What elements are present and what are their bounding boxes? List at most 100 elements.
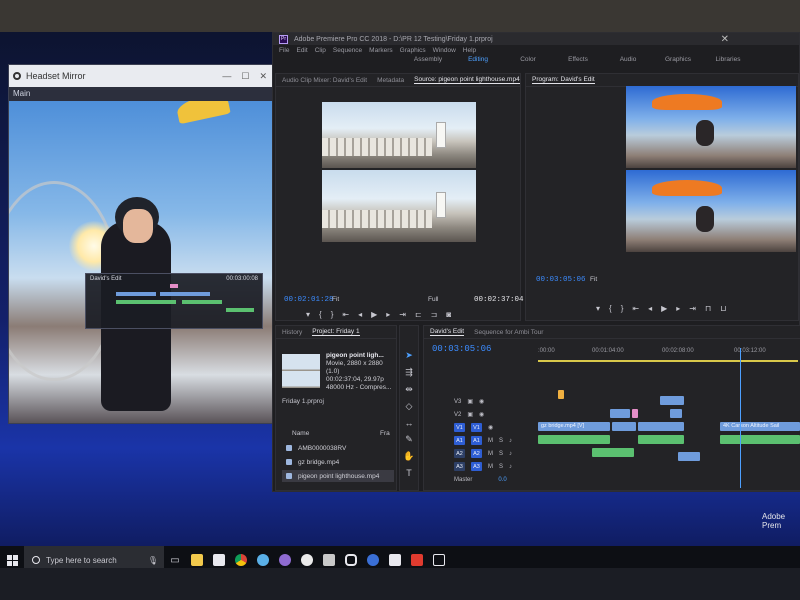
timeline-timecode[interactable]: 00:03:05:06 xyxy=(432,344,491,354)
timeline-clip-a1[interactable] xyxy=(638,435,684,444)
track-header-master[interactable]: Master 0.0 xyxy=(454,474,534,485)
step-forward-icon[interactable]: ▸ xyxy=(676,304,680,313)
mark-out-icon[interactable]: } xyxy=(621,304,624,313)
close-icon[interactable]: ✕ xyxy=(721,34,729,45)
source-resolution-select[interactable]: Full xyxy=(428,296,438,303)
workspace-editing[interactable]: Editing xyxy=(453,55,503,64)
tab-project[interactable]: Project: Friday 1 xyxy=(312,328,360,336)
timeline-ruler[interactable]: :00:00 00:01:04:00 00:02:08:00 00:03:12:… xyxy=(538,348,798,358)
go-to-in-icon[interactable]: ⇤ xyxy=(342,310,349,319)
mark-out-icon[interactable]: } xyxy=(331,310,334,319)
selection-tool-icon[interactable]: ➤ xyxy=(405,350,413,361)
workspace-libraries[interactable]: Libraries xyxy=(703,55,753,64)
extract-icon[interactable]: ⊔ xyxy=(720,304,726,313)
lift-icon[interactable]: ⊓ xyxy=(705,304,711,313)
workspace-color[interactable]: Color xyxy=(503,55,553,64)
marker-clip[interactable] xyxy=(558,390,564,399)
workspace-assembly[interactable]: Assembly xyxy=(403,55,453,64)
timeline-clip-carson[interactable]: 4K Carson Altitude Sail xyxy=(720,422,800,431)
go-to-out-icon[interactable]: ⇥ xyxy=(689,304,696,313)
solo-icon[interactable]: S xyxy=(499,451,503,457)
close-icon[interactable]: ✕ xyxy=(259,71,267,82)
eye-icon[interactable]: ◉ xyxy=(479,411,484,418)
go-to-out-icon[interactable]: ⇥ xyxy=(399,310,406,319)
menu-window[interactable]: Window xyxy=(433,47,456,54)
timeline-clip-v1[interactable] xyxy=(638,422,684,431)
play-icon[interactable]: ▶ xyxy=(371,310,377,319)
mute-icon[interactable]: M xyxy=(488,438,493,444)
source-fit-select[interactable]: Fit xyxy=(332,296,339,303)
workspace-graphics[interactable]: Graphics xyxy=(653,55,703,64)
project-item[interactable]: pigeon point lighthouse.mp4 xyxy=(282,470,394,482)
track-target-a3[interactable]: A3 xyxy=(471,462,482,471)
workspace-audio[interactable]: Audio xyxy=(603,55,653,64)
track-header-v3[interactable]: V3 ▣ ◉ xyxy=(454,396,534,407)
tab-program[interactable]: Program: David's Edit xyxy=(532,76,595,84)
source-current-time[interactable]: 00:02:01:28 xyxy=(284,296,334,304)
eye-icon[interactable]: ◉ xyxy=(479,398,484,405)
mic-icon[interactable]: ♪ xyxy=(509,451,512,457)
tab-sequence-ambi-tour[interactable]: Sequence for Ambi Tour xyxy=(474,329,543,336)
timeline-clip-a3[interactable] xyxy=(678,452,700,461)
master-value[interactable]: 0.0 xyxy=(498,477,506,483)
tab-history[interactable]: History xyxy=(282,329,302,336)
menu-markers[interactable]: Markers xyxy=(369,47,392,54)
insert-icon[interactable]: ⊏ xyxy=(415,310,422,319)
step-back-icon[interactable]: ◂ xyxy=(358,310,362,319)
slip-tool-icon[interactable]: ↔ xyxy=(405,418,414,428)
track-target-a2[interactable]: A2 xyxy=(471,449,482,458)
overwrite-icon[interactable]: ⊐ xyxy=(431,310,438,319)
solo-icon[interactable]: S xyxy=(499,464,503,470)
type-tool-icon[interactable]: T xyxy=(406,468,412,478)
step-back-icon[interactable]: ◂ xyxy=(648,304,652,313)
source-patch-a2[interactable]: A2 xyxy=(454,449,465,458)
menu-edit[interactable]: Edit xyxy=(296,47,307,54)
menu-graphics[interactable]: Graphics xyxy=(400,47,426,54)
track-target-a1[interactable]: A1 xyxy=(471,436,482,445)
project-item[interactable]: AMB0000038RV xyxy=(282,442,394,454)
column-name[interactable]: Name xyxy=(292,430,309,437)
mic-icon[interactable]: ♪ xyxy=(509,464,512,470)
sync-lock-icon[interactable]: ▣ xyxy=(467,411,473,418)
track-header-a3[interactable]: A3 A3 M S ♪ xyxy=(454,461,534,472)
go-to-in-icon[interactable]: ⇤ xyxy=(632,304,639,313)
export-frame-icon[interactable]: ◙ xyxy=(446,310,451,319)
hand-tool-icon[interactable]: ✋ xyxy=(403,451,414,462)
step-forward-icon[interactable]: ▸ xyxy=(386,310,390,319)
timeline-clip-a1[interactable] xyxy=(538,435,610,444)
sync-lock-icon[interactable]: ▣ xyxy=(467,398,473,405)
track-header-a2[interactable]: A2 A2 M S ♪ xyxy=(454,448,534,459)
track-header-v1[interactable]: V1 V1 ◉ xyxy=(454,422,534,433)
timeline-clip-v2[interactable] xyxy=(610,409,630,418)
menu-help[interactable]: Help xyxy=(463,47,476,54)
project-item[interactable]: gz bridge.mp4 xyxy=(282,456,394,468)
razor-tool-icon[interactable]: ◇ xyxy=(406,401,413,412)
source-patch-v1[interactable]: V1 xyxy=(454,423,465,432)
track-header-a1[interactable]: A1 A1 M S ♪ xyxy=(454,435,534,446)
column-frame-rate[interactable]: Fra xyxy=(380,430,390,437)
tab-source[interactable]: Source: pigeon point lighthouse.mp4 xyxy=(414,76,520,84)
menu-clip[interactable]: Clip xyxy=(315,47,326,54)
vr-mini-timeline[interactable]: David's Edit 00:03:00:08 xyxy=(85,273,263,329)
track-target-v1[interactable]: V1 xyxy=(471,423,482,432)
timeline-clip-a1[interactable] xyxy=(720,435,800,444)
solo-icon[interactable]: S xyxy=(499,438,503,444)
eye-icon[interactable]: ◉ xyxy=(488,424,493,431)
play-icon[interactable]: ▶ xyxy=(661,304,667,313)
timeline-clip-v2[interactable] xyxy=(660,396,684,405)
pen-tool-icon[interactable]: ✎ xyxy=(405,434,413,445)
playhead[interactable] xyxy=(740,348,741,488)
source-patch-a3[interactable]: A3 xyxy=(454,462,465,471)
mic-icon[interactable]: ♪ xyxy=(509,438,512,444)
track-select-icon[interactable]: ⇶ xyxy=(405,367,413,378)
minimize-icon[interactable]: — xyxy=(222,71,231,82)
menu-sequence[interactable]: Sequence xyxy=(333,47,362,54)
workspace-effects[interactable]: Effects xyxy=(553,55,603,64)
tab-davids-edit[interactable]: David's Edit xyxy=(430,328,465,336)
timeline-clip-v1[interactable] xyxy=(612,422,636,431)
timeline-clip-v2[interactable] xyxy=(670,409,682,418)
marker-icon[interactable]: ▾ xyxy=(596,304,600,313)
marker-icon[interactable]: ▾ xyxy=(306,310,310,319)
program-fit-select[interactable]: Fit xyxy=(590,276,597,283)
mute-icon[interactable]: M xyxy=(488,451,493,457)
